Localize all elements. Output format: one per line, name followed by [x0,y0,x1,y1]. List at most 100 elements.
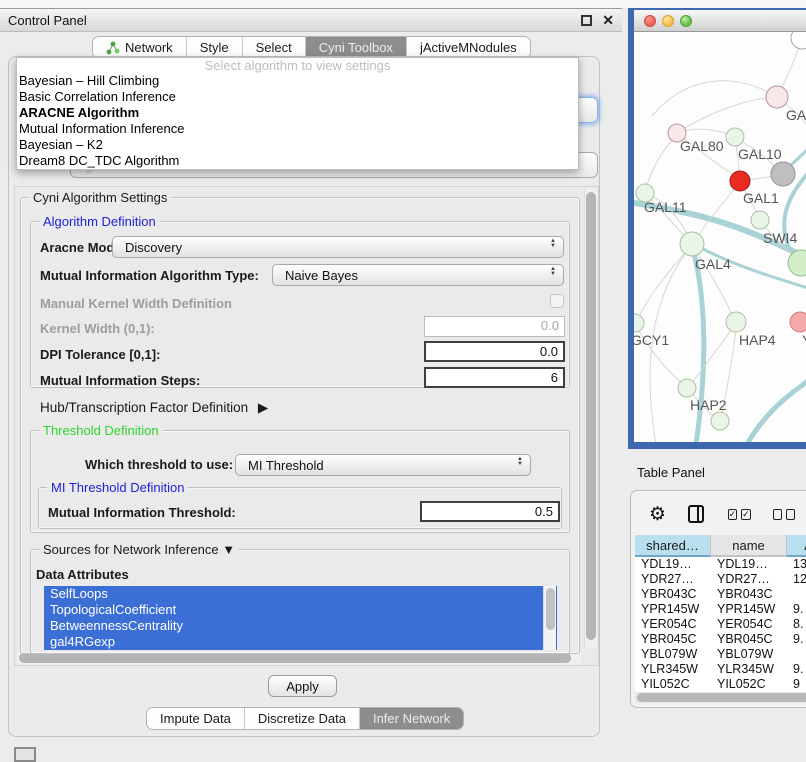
tab-style[interactable]: Style [187,37,243,58]
tab-discretize-data[interactable]: Discretize Data [245,708,360,729]
control-panel-titlebar: Control Panel ✕ [0,8,622,32]
network-node[interactable] [680,232,704,256]
tab-select[interactable]: Select [243,37,306,58]
apply-button[interactable]: Apply [268,675,337,697]
tab-infer-network[interactable]: Infer Network [360,708,463,729]
data-attributes-list[interactable]: SelfLoopsTopologicalCoefficientBetweenne… [44,586,557,650]
zoom-window-icon[interactable] [680,15,692,27]
algorithm-option[interactable]: Dream8 DC_TDC Algorithm [17,153,578,169]
network-graph: GALGAL80GAL10GAL1GAL11SWI4GAL4GCY1HAP4YH… [634,32,806,442]
table-cell: YDL19… [635,557,711,572]
table-row[interactable]: YIL052CYIL052C9 [635,677,806,692]
network-node[interactable] [634,314,644,332]
network-node[interactable] [711,412,729,430]
manual-kernel-width-checkbox[interactable] [550,294,564,308]
table-cell: YLR345W [711,662,787,677]
table-row[interactable]: YDR27…YDR27…12 [635,572,806,587]
attribute-item[interactable]: SelfLoops [44,586,557,602]
network-edge[interactable] [645,134,677,192]
network-node[interactable] [790,312,806,332]
tab-label: Impute Data [160,711,231,726]
table-cell: YDR27… [711,572,787,587]
minimize-window-icon[interactable] [662,15,674,27]
table-cell: YBR045C [711,632,787,647]
mi-threshold-input[interactable]: 0.5 [420,501,560,522]
network-edge[interactable] [746,377,806,442]
network-node[interactable] [771,162,795,186]
hub-definition-expander[interactable]: Hub/Transcription Factor Definition ▶ [40,400,268,416]
aracne-mode-combobox[interactable]: Discovery ▲▼ [112,236,564,258]
network-node[interactable] [751,211,769,229]
table-cell: 9. [787,662,806,677]
table-cell: YBR043C [711,587,787,602]
settings-vertical-scrollbar[interactable] [584,189,597,647]
attribute-item[interactable]: gal4RGexp [44,634,557,650]
tab-jactivemnodules[interactable]: jActiveMNodules [407,37,530,58]
tab-label: jActiveMNodules [420,40,517,55]
split-columns-icon[interactable] [688,505,704,523]
table-cell: 13 [787,557,806,572]
checked-checkbox-icon[interactable]: ✓ [728,509,738,520]
network-node[interactable] [726,128,744,146]
column-header[interactable]: A [787,535,806,557]
algorithm-option[interactable]: ARACNE Algorithm [17,105,578,121]
mi-steps-input[interactable]: 6 [424,367,565,388]
network-node[interactable] [766,86,788,108]
algorithm-option[interactable]: Bayesian – Hill Climbing [17,73,578,89]
mi-algorithm-type-combobox[interactable]: Naive Bayes ▲▼ [272,264,564,286]
float-panel-icon[interactable] [581,15,592,26]
screenshot-stage: Control Panel ✕ Network Style Select Cyni T… [0,0,806,762]
attribute-item[interactable]: TopologicalCoefficient [44,602,557,618]
algorithm-option[interactable]: Bayesian – K2 [17,137,578,153]
table-panel-window: ⚙ ✓ ✓ shared…nameA YDL19…YDL19…13YDR27…Y… [630,490,806,708]
algorithm-option[interactable]: Mutual Information Inference [17,121,578,137]
unchecked-checkbox-icon[interactable] [773,509,782,520]
network-canvas[interactable]: GALGAL80GAL10GAL1GAL11SWI4GAL4GCY1HAP4YH… [634,32,806,442]
network-icon [106,41,120,55]
dpi-tolerance-input[interactable]: 0.0 [424,341,565,362]
network-node[interactable] [791,32,806,49]
table-cell: YDL19… [711,557,787,572]
table-row[interactable]: YBR043CYBR043C [635,587,806,602]
node-label: GAL11 [644,199,687,215]
table-row[interactable]: YBR045CYBR045C9. [635,632,806,647]
column-header[interactable]: shared… [635,535,711,557]
tab-label: Style [200,40,229,55]
table-panel-title: Table Panel [637,465,705,480]
tab-impute-data[interactable]: Impute Data [147,708,245,729]
network-edge[interactable] [677,97,777,133]
attribute-item[interactable]: BetweennessCentrality [44,618,557,634]
table-horizontal-scrollbar[interactable] [635,692,806,703]
tab-label: Select [256,40,292,55]
tab-network[interactable]: Network [93,37,187,58]
mi-steps-label: Mutual Information Steps: [40,373,200,388]
network-node[interactable] [730,171,750,191]
network-node[interactable] [726,312,746,332]
close-panel-icon[interactable]: ✕ [602,15,614,26]
algorithm-definition-title: Algorithm Definition [39,214,160,229]
table-row[interactable]: YBL079WYBL079W [635,647,806,662]
attributes-scrollbar[interactable] [543,586,556,650]
which-threshold-label: Which threshold to use: [85,457,233,472]
dock-panel-icon[interactable] [14,747,36,762]
table-row[interactable]: YPR145WYPR145W9. [635,602,806,617]
unchecked-checkbox-icon[interactable] [786,509,795,520]
node-label: GCY1 [634,332,669,348]
algorithm-option[interactable]: Basic Correlation Inference [17,89,578,105]
table-row[interactable]: YDL19…YDL19…13 [635,557,806,572]
sources-title[interactable]: Sources for Network Inference ▼ [39,542,239,557]
close-window-icon[interactable] [644,15,656,27]
table-cell: YIL052C [711,677,787,692]
network-node[interactable] [678,379,696,397]
checked-checkbox-icon[interactable]: ✓ [741,509,751,520]
kernel-width-input[interactable]: 0.0 [424,316,565,337]
node-label: HAP4 [739,332,776,348]
tab-cyni-toolbox[interactable]: Cyni Toolbox [306,37,407,58]
which-threshold-combobox[interactable]: MI Threshold ▲▼ [235,454,531,476]
table-row[interactable]: YER054CYER054C8. [635,617,806,632]
table-row[interactable]: YLR345WYLR345W9. [635,662,806,677]
network-edge[interactable] [652,81,777,116]
column-header[interactable]: name [711,535,787,557]
gear-icon[interactable]: ⚙ [649,503,666,526]
table-cell: YBL079W [711,647,787,662]
